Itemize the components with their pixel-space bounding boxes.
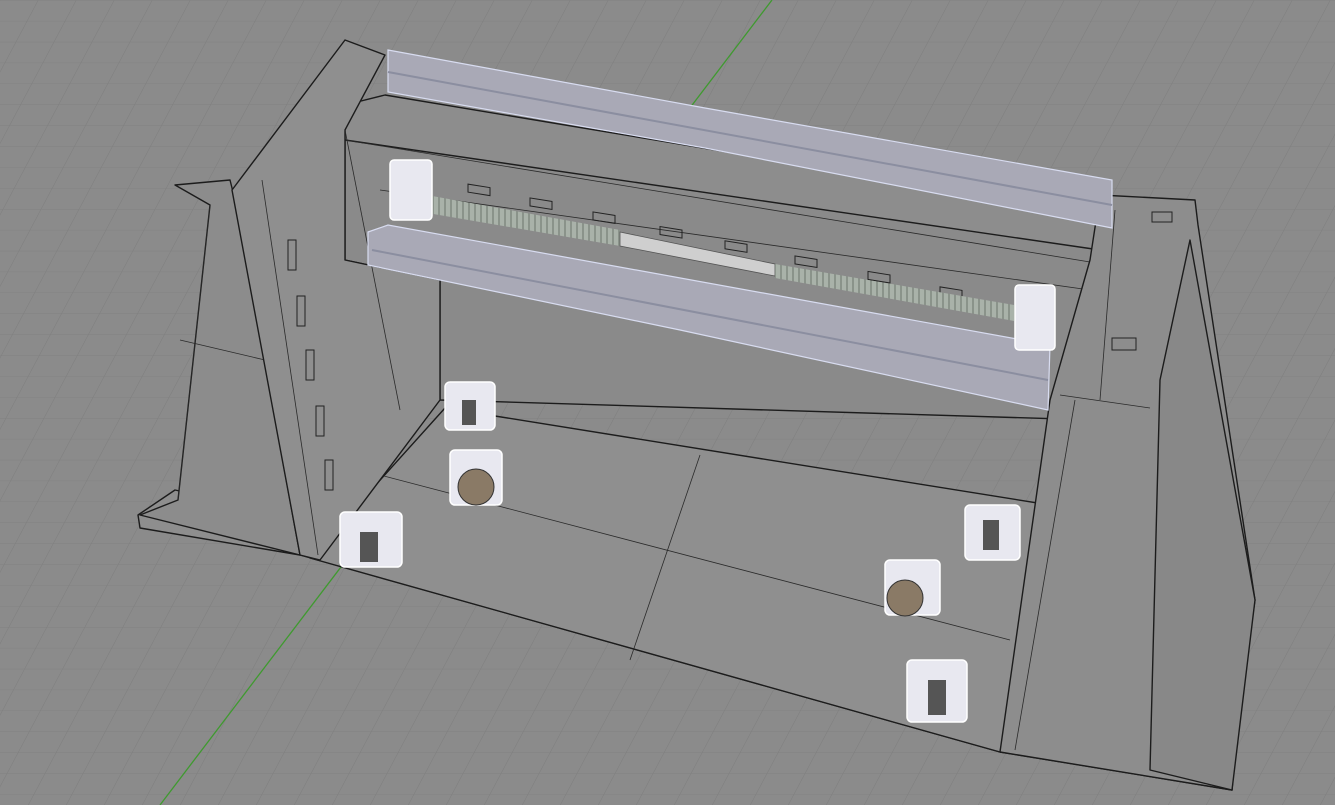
bearing-flange <box>457 468 495 506</box>
bearing-flange <box>886 579 924 617</box>
screw-support-block-left[interactable] <box>389 159 433 221</box>
cad-viewport[interactable] <box>0 0 1335 805</box>
model-canvas[interactable] <box>0 0 1335 805</box>
screw-support-block-right[interactable] <box>1014 284 1056 351</box>
